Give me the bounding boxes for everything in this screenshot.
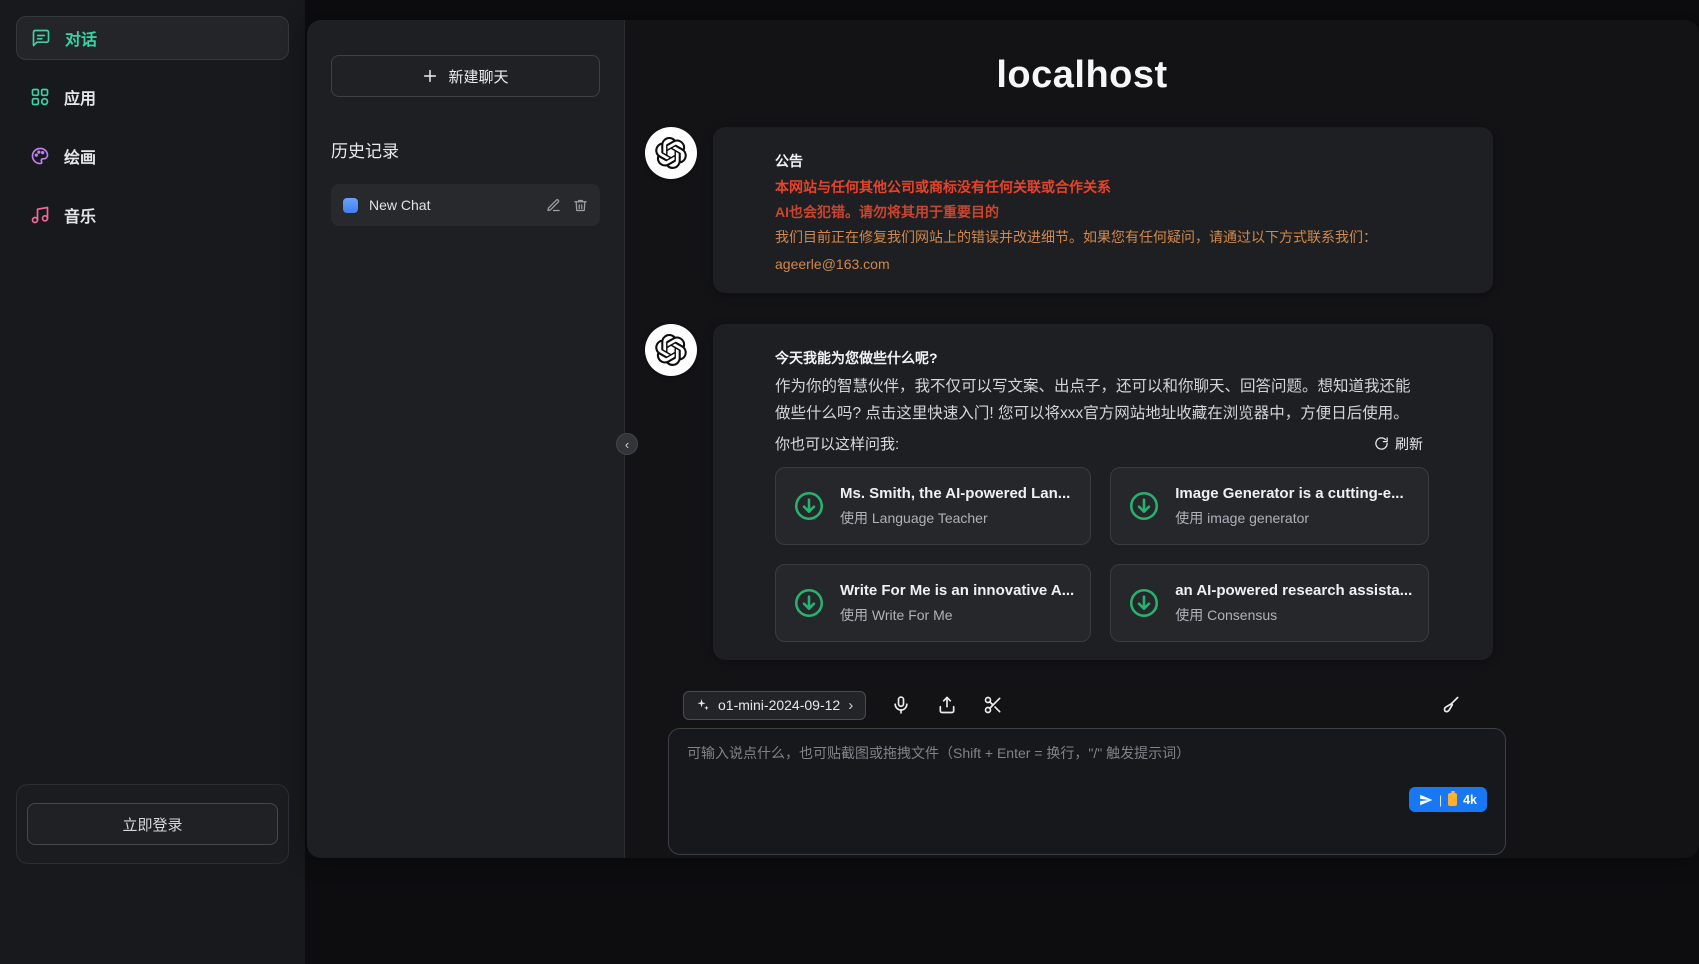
- chat-list-item[interactable]: New Chat: [331, 184, 600, 226]
- plugin-download-icon: [1127, 586, 1161, 620]
- welcome-body: 作为你的智慧伙伴，我不仅可以写文案、出点子，还可以和你聊天、回答问题。想知道我还…: [775, 373, 1423, 427]
- sidebar-item-chat-label: 对话: [65, 26, 97, 50]
- announcement-line-3: 我们目前正在修复我们网站上的错误并改进细节。如果您有任何疑问，请通过以下方式联系…: [775, 226, 1423, 248]
- chat-item-icon: [343, 198, 358, 213]
- clean-button[interactable]: [1440, 694, 1462, 716]
- app-root: 对话 应用 绘画 音乐 立即登录: [0, 0, 1699, 964]
- refresh-button[interactable]: 刷新: [1374, 434, 1423, 454]
- battery-icon: [1448, 793, 1457, 806]
- suggestion-subtitle: 使用 Consensus: [1175, 605, 1412, 625]
- chevron-left-icon: ‹: [625, 438, 629, 451]
- assistant-avatar: [645, 324, 697, 376]
- sidebar-item-chat[interactable]: 对话: [16, 16, 289, 60]
- suggestion-text: an AI-powered research assista... 使用 Con…: [1175, 582, 1412, 625]
- messages: 公告 本网站与任何其他公司或商标没有任何关联或合作关系 AI也会犯错。请勿将其用…: [625, 97, 1699, 685]
- plugin-download-icon: [792, 586, 826, 620]
- token-count: 4k: [1463, 793, 1477, 807]
- ask-hint: 你也可以这样问我:: [775, 433, 899, 454]
- message-input-box: | 4k: [668, 728, 1506, 855]
- model-selector-label: o1-mini-2024-09-12: [718, 697, 840, 713]
- chat-item-actions: [546, 198, 588, 213]
- suggestion-title: an AI-powered research assista...: [1175, 582, 1412, 599]
- suggestion-title: Write For Me is an innovative A...: [840, 582, 1074, 599]
- plugin-download-icon: [1127, 489, 1161, 523]
- sidebar: 对话 应用 绘画 音乐 立即登录: [0, 0, 305, 964]
- hint-row: 你也可以这样问我: 刷新: [775, 433, 1423, 454]
- suggestion-text: Image Generator is a cutting-e... 使用 ima…: [1175, 485, 1403, 528]
- collapse-sidebar-button[interactable]: ‹: [616, 433, 638, 455]
- chat-window: 新建聊天 历史记录 New Chat localhost: [307, 20, 1699, 858]
- suggestion-grid: Ms. Smith, the AI-powered Lan... 使用 Lang…: [775, 467, 1423, 642]
- mic-button[interactable]: [890, 694, 912, 716]
- sidebar-item-paint[interactable]: 绘画: [16, 134, 289, 178]
- sidebar-item-paint-label: 绘画: [64, 144, 96, 168]
- login-button[interactable]: 立即登录: [27, 803, 278, 845]
- paint-icon: [30, 146, 50, 166]
- sidebar-item-apps[interactable]: 应用: [16, 75, 289, 119]
- message-input[interactable]: [687, 743, 1487, 813]
- welcome-title: 今天我能为您做些什么呢?: [775, 347, 1423, 369]
- scissors-button[interactable]: [982, 694, 1004, 716]
- sidebar-item-music[interactable]: 音乐: [16, 193, 289, 237]
- send-icon: [1419, 793, 1433, 807]
- chat-list-panel: 新建聊天 历史记录 New Chat: [307, 20, 625, 858]
- suggestion-title: Ms. Smith, the AI-powered Lan...: [840, 485, 1070, 502]
- message-announcement: 公告 本网站与任何其他公司或商标没有任何关联或合作关系 AI也会犯错。请勿将其用…: [645, 127, 1699, 293]
- suggestion-card[interactable]: Image Generator is a cutting-e... 使用 ima…: [1110, 467, 1429, 545]
- plugin-download-icon: [792, 489, 826, 523]
- suggestion-subtitle: 使用 Write For Me: [840, 605, 1074, 625]
- suggestion-card[interactable]: Write For Me is an innovative A... 使用 Wr…: [775, 564, 1091, 642]
- composer: o1-mini-2024-09-12 ›: [668, 685, 1506, 855]
- chat-item-title: New Chat: [369, 197, 535, 213]
- badge-divider: |: [1439, 793, 1442, 807]
- suggestion-text: Ms. Smith, the AI-powered Lan... 使用 Lang…: [840, 485, 1070, 528]
- suggestion-subtitle: 使用 Language Teacher: [840, 508, 1070, 528]
- sidebar-item-apps-label: 应用: [64, 85, 96, 109]
- new-chat-button[interactable]: 新建聊天: [331, 55, 600, 97]
- suggestion-card[interactable]: an AI-powered research assista... 使用 Con…: [1110, 564, 1429, 642]
- composer-toolbar: o1-mini-2024-09-12 ›: [668, 685, 1506, 725]
- announcement-bubble: 公告 本网站与任何其他公司或商标没有任何关联或合作关系 AI也会犯错。请勿将其用…: [713, 127, 1493, 293]
- refresh-label: 刷新: [1395, 434, 1423, 454]
- model-selector-button[interactable]: o1-mini-2024-09-12 ›: [683, 691, 866, 720]
- announcement-title: 公告: [775, 150, 1423, 172]
- page-title: localhost: [625, 54, 1539, 97]
- suggestion-card[interactable]: Ms. Smith, the AI-powered Lan... 使用 Lang…: [775, 467, 1091, 545]
- send-button[interactable]: | 4k: [1409, 787, 1487, 812]
- upload-button[interactable]: [936, 694, 958, 716]
- refresh-icon: [1374, 436, 1389, 451]
- delete-icon[interactable]: [573, 198, 588, 213]
- chevron-right-icon: ›: [848, 697, 853, 714]
- sidebar-item-music-label: 音乐: [64, 203, 96, 227]
- announcement-line-2: AI也会犯错。请勿将其用于重要目的: [775, 201, 1423, 223]
- openai-logo-icon: [655, 137, 687, 169]
- suggestion-title: Image Generator is a cutting-e...: [1175, 485, 1403, 502]
- edit-icon[interactable]: [546, 198, 561, 213]
- plus-icon: [422, 68, 438, 84]
- apps-icon: [30, 87, 50, 107]
- assistant-avatar: [645, 127, 697, 179]
- suggestion-subtitle: 使用 image generator: [1175, 508, 1403, 528]
- openai-logo-icon: [655, 334, 687, 366]
- main-panel: localhost 公告 本网站与任何其他公司或商标没有任何关联或合作关系 AI…: [625, 20, 1699, 858]
- suggestion-text: Write For Me is an innovative A... 使用 Wr…: [840, 582, 1074, 625]
- music-icon: [30, 205, 50, 225]
- chat-icon: [31, 28, 51, 48]
- contact-email-link[interactable]: ageerle@163.com: [775, 253, 890, 275]
- welcome-bubble: 今天我能为您做些什么呢? 作为你的智慧伙伴，我不仅可以写文案、出点子，还可以和你…: [713, 324, 1493, 660]
- sparkle-icon: [696, 698, 710, 712]
- message-welcome: 今天我能为您做些什么呢? 作为你的智慧伙伴，我不仅可以写文案、出点子，还可以和你…: [645, 324, 1699, 660]
- history-title: 历史记录: [331, 137, 600, 162]
- announcement-line-1: 本网站与任何其他公司或商标没有任何关联或合作关系: [775, 176, 1423, 198]
- new-chat-label: 新建聊天: [448, 66, 508, 87]
- login-panel: 立即登录: [16, 784, 289, 864]
